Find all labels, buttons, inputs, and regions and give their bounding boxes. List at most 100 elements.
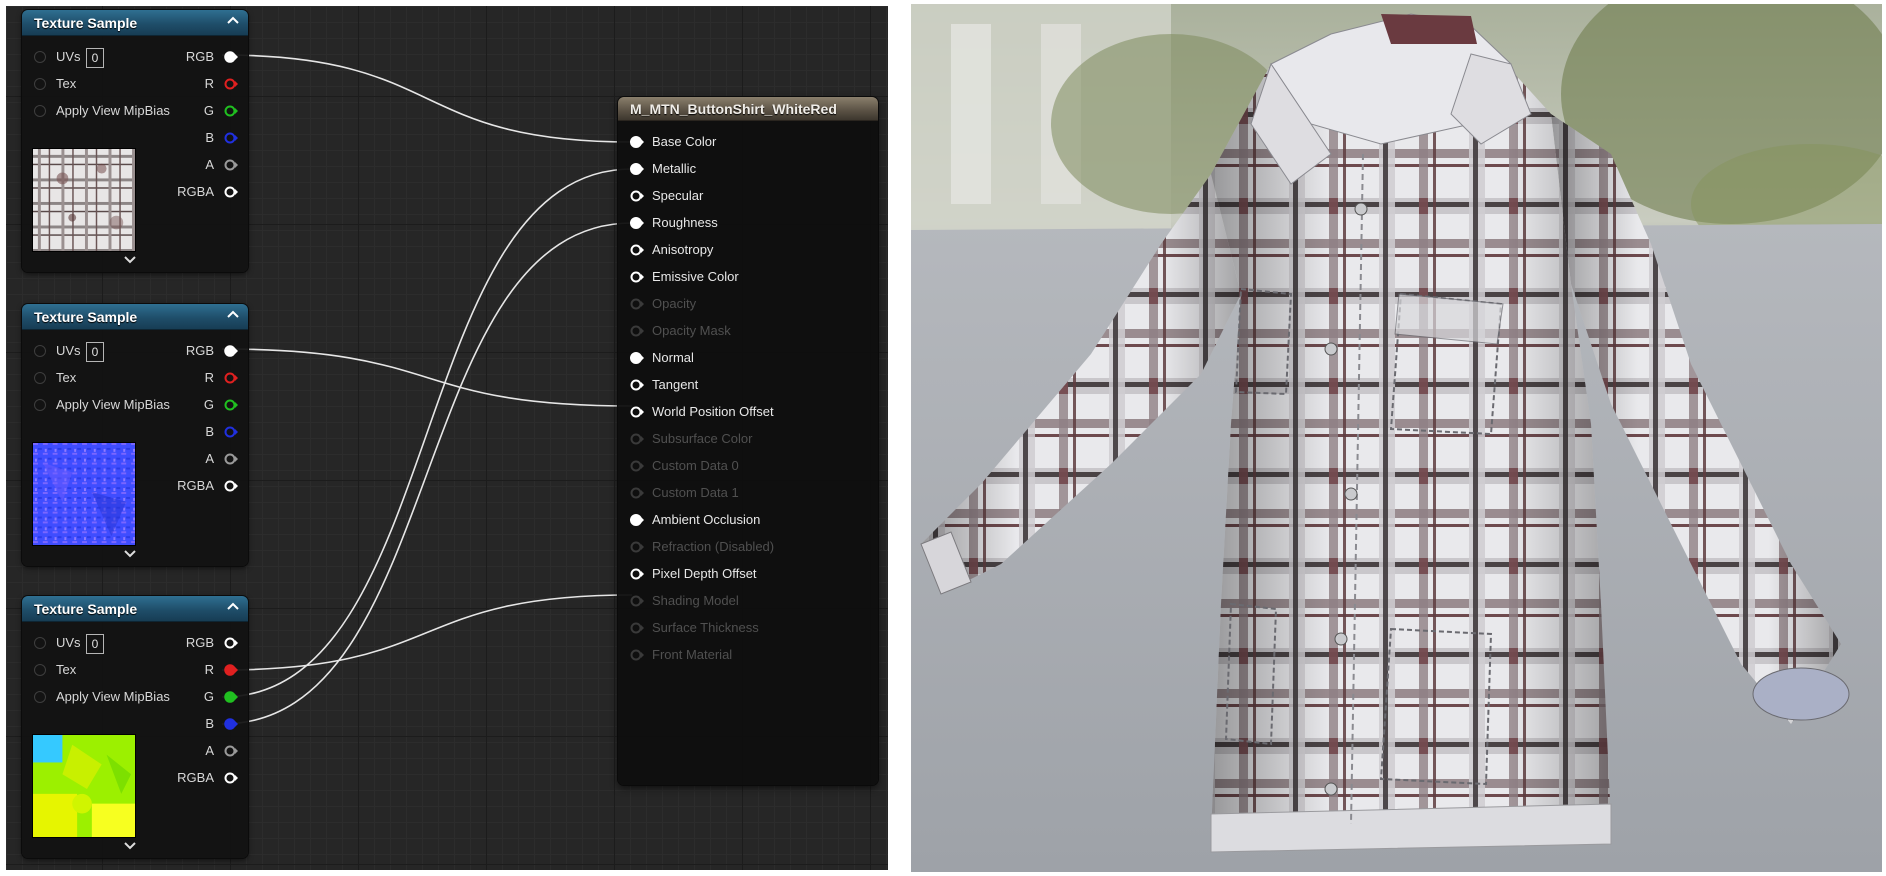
input-pin-icon	[630, 460, 644, 472]
material-pin-label: Normal	[652, 350, 694, 365]
input-mip-bias[interactable]: Apply View MipBias G	[22, 396, 248, 414]
material-pin-tangent[interactable]: Tangent	[618, 375, 878, 395]
output-label: A	[205, 157, 214, 172]
output-pin-b-icon[interactable]	[224, 717, 238, 731]
texture-sample-node-base-color[interactable]: Texture Sample UVs 0 RGB Tex R Apply Vie…	[22, 10, 248, 272]
input-pin-icon[interactable]	[34, 691, 46, 703]
input-pin-icon[interactable]	[630, 378, 644, 392]
material-pin-anisotropy[interactable]: Anisotropy	[618, 240, 878, 260]
output-pin-r-icon[interactable]	[224, 663, 238, 677]
output-pin-rgba-icon[interactable]	[224, 479, 238, 493]
output-pin-rgb-icon[interactable]	[224, 50, 238, 64]
input-tex[interactable]: Tex R	[22, 369, 248, 387]
input-mip-bias[interactable]: Apply View MipBias G	[22, 102, 248, 120]
material-pin-emissive-color[interactable]: Emissive Color	[618, 267, 878, 287]
chevron-up-icon[interactable]	[226, 600, 240, 614]
output-pin-r-icon[interactable]	[224, 371, 238, 385]
input-pin-icon[interactable]	[34, 664, 46, 676]
node-header[interactable]: Texture Sample	[22, 10, 248, 36]
output-pin-rgba-icon[interactable]	[224, 771, 238, 785]
input-pin-icon[interactable]	[34, 105, 46, 117]
output-pin-a-icon[interactable]	[224, 744, 238, 758]
input-pin-icon[interactable]	[630, 189, 644, 203]
material-pin-base-color[interactable]: Base Color	[618, 132, 878, 152]
material-pin-specular[interactable]: Specular	[618, 186, 878, 206]
output-pin-g-icon[interactable]	[224, 398, 238, 412]
material-pin-normal[interactable]: Normal	[618, 348, 878, 368]
output-pin-r-icon[interactable]	[224, 77, 238, 91]
input-label: Apply View MipBias	[56, 397, 170, 412]
input-pin-icon[interactable]	[630, 351, 644, 365]
material-pin-ambient-occlusion[interactable]: Ambient Occlusion	[618, 510, 878, 530]
output-label: B	[205, 130, 214, 145]
material-graph-canvas[interactable]: Texture Sample UVs 0 RGB Tex R Apply Vie…	[6, 6, 888, 870]
input-tex[interactable]: Tex R	[22, 75, 248, 93]
connection-wire[interactable]	[221, 168, 633, 698]
texture-sample-node-normal[interactable]: Texture Sample UVs 0 RGB Tex R Apply Vie…	[22, 304, 248, 566]
output-pin-g-icon[interactable]	[224, 104, 238, 118]
output-pin-a-icon[interactable]	[224, 158, 238, 172]
output-pin-b-icon[interactable]	[224, 131, 238, 145]
material-pin-pixel-depth-offset[interactable]: Pixel Depth Offset	[618, 564, 878, 584]
input-pin-icon[interactable]	[630, 513, 644, 527]
output-pin-a-icon[interactable]	[224, 452, 238, 466]
input-pin-icon[interactable]	[34, 78, 46, 90]
material-pin-roughness[interactable]: Roughness	[618, 213, 878, 233]
input-pin-icon	[630, 595, 644, 607]
input-pin-icon[interactable]	[630, 567, 644, 581]
node-header[interactable]: M_MTN_ButtonShirt_WhiteRed	[618, 97, 878, 121]
output-row-b: B	[22, 423, 248, 441]
output-pin-rgb-icon[interactable]	[224, 344, 238, 358]
input-pin-icon[interactable]	[34, 345, 46, 357]
input-pin-icon[interactable]	[34, 51, 46, 63]
input-pin-icon[interactable]	[630, 405, 644, 419]
material-pin-label: Refraction (Disabled)	[652, 539, 775, 554]
input-pin-icon[interactable]	[630, 135, 644, 149]
material-pin-opacity-mask: Opacity Mask	[618, 321, 878, 341]
chevron-up-icon[interactable]	[226, 14, 240, 28]
input-mip-bias[interactable]: Apply View MipBias G	[22, 688, 248, 706]
material-pin-shading-model: Shading Model	[618, 591, 878, 611]
input-pin-icon[interactable]	[630, 270, 644, 284]
chevron-down-icon[interactable]	[122, 547, 138, 561]
output-label: B	[205, 424, 214, 439]
material-result-node[interactable]: M_MTN_ButtonShirt_WhiteRed Base Color Met…	[618, 97, 878, 785]
input-uvs[interactable]: UVs 0 RGB	[22, 342, 248, 362]
input-pin-icon[interactable]	[34, 372, 46, 384]
input-pin-icon	[630, 487, 644, 499]
output-label: R	[204, 76, 214, 91]
chevron-up-icon[interactable]	[226, 308, 240, 322]
uv-index-field[interactable]: 0	[86, 634, 104, 654]
connection-wire[interactable]	[221, 594, 633, 671]
chevron-down-icon[interactable]	[122, 839, 138, 853]
shirt-preview-render	[911, 4, 1882, 872]
output-pin-rgba-icon[interactable]	[224, 185, 238, 199]
output-pin-b-icon[interactable]	[224, 425, 238, 439]
input-pin-icon[interactable]	[630, 243, 644, 257]
uv-index-field[interactable]: 0	[86, 48, 104, 68]
connection-wire[interactable]	[221, 222, 633, 725]
output-pin-g-icon[interactable]	[224, 690, 238, 704]
input-pin-icon[interactable]	[630, 216, 644, 230]
node-header[interactable]: Texture Sample	[22, 304, 248, 330]
preview-viewport[interactable]	[911, 4, 1882, 872]
material-pin-metallic[interactable]: Metallic	[618, 159, 878, 179]
input-pin-icon[interactable]	[630, 162, 644, 176]
input-pin-icon[interactable]	[34, 637, 46, 649]
output-pin-rgb-icon[interactable]	[224, 636, 238, 650]
input-label: UVs	[56, 343, 81, 358]
material-pin-world-position-offset[interactable]: World Position Offset	[618, 402, 878, 422]
texture-thumbnail-orm	[32, 734, 136, 838]
uv-index-field[interactable]: 0	[86, 342, 104, 362]
input-uvs[interactable]: UVs 0 RGB	[22, 634, 248, 654]
material-pin-label: Anisotropy	[652, 242, 714, 257]
texture-sample-node-orm[interactable]: Texture Sample UVs 0 RGB Tex R Apply Vie…	[22, 596, 248, 858]
input-tex[interactable]: Tex R	[22, 661, 248, 679]
node-header[interactable]: Texture Sample	[22, 596, 248, 622]
connection-wire[interactable]	[221, 54, 633, 143]
material-pin-label: World Position Offset	[652, 404, 774, 419]
connection-wire[interactable]	[221, 348, 633, 407]
chevron-down-icon[interactable]	[122, 253, 138, 267]
input-uvs[interactable]: UVs 0 RGB	[22, 48, 248, 68]
input-pin-icon[interactable]	[34, 399, 46, 411]
